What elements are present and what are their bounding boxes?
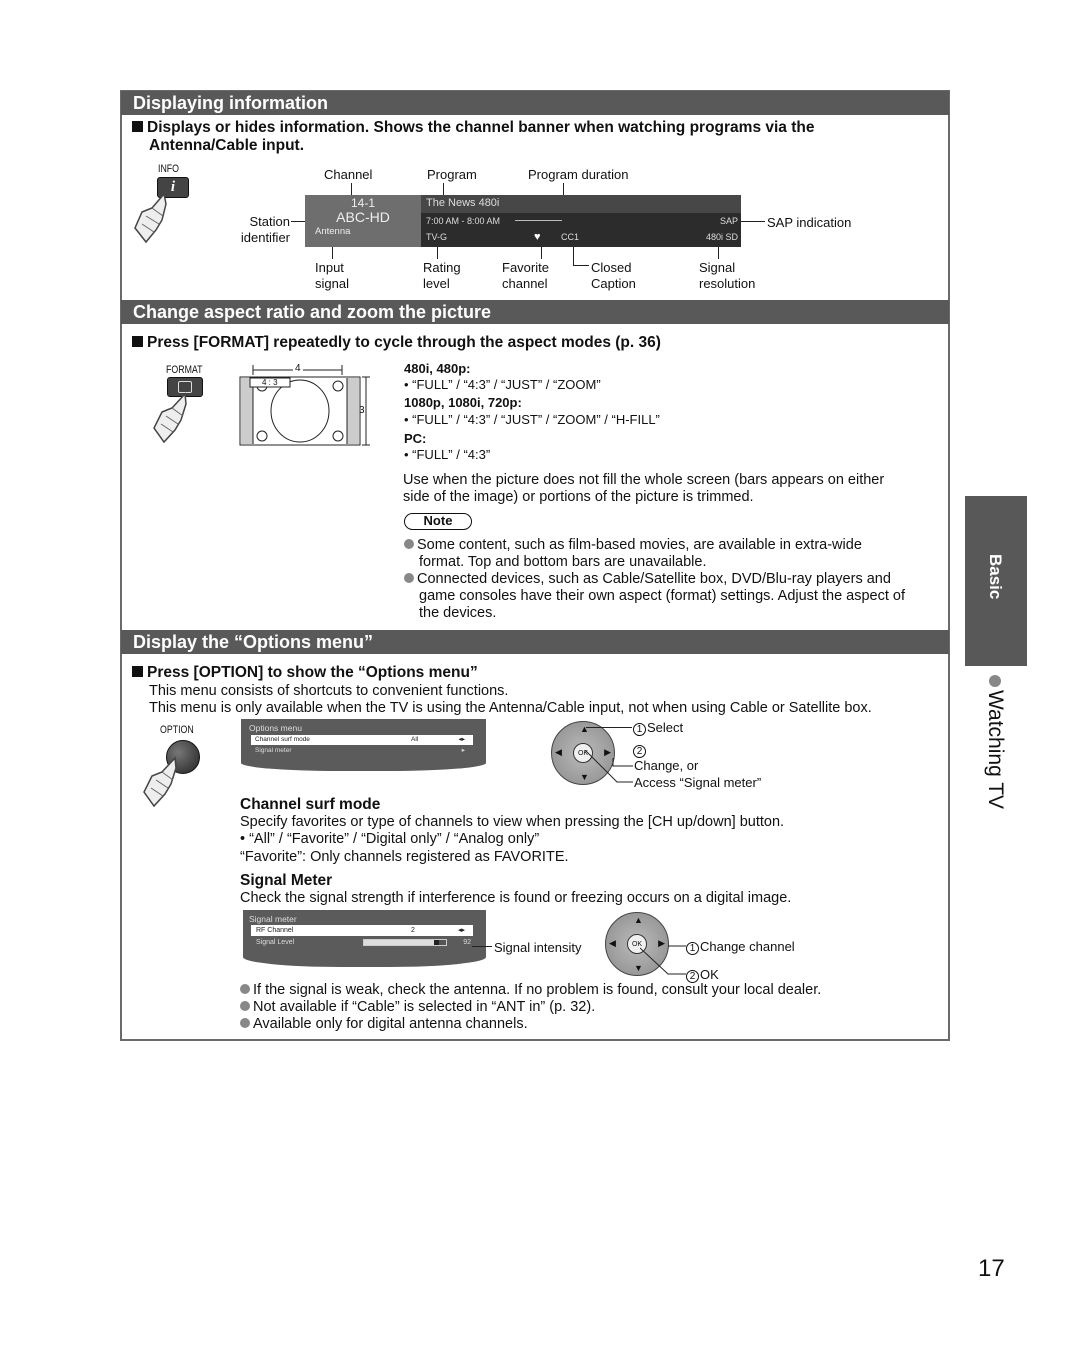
banner-resolution: 480i SD	[705, 232, 738, 242]
callout-lines	[640, 945, 686, 975]
mode-heading-480: 480i, 480p:	[404, 361, 471, 376]
callout-channel: Channel	[324, 167, 373, 182]
heart-icon: ♥	[534, 231, 541, 243]
channel-banner-right: The News 480i 7:00 AM - 8:00 AM SAP TV-G…	[421, 195, 741, 247]
up-arrow-icon: ▲	[580, 724, 589, 734]
nav-step-access: Access “Signal meter”	[634, 775, 762, 790]
callout-closed-caption: Closed Caption	[591, 260, 636, 291]
options-row-signal-meter[interactable]: Signal meter ▸	[251, 746, 473, 756]
bullet-icon	[404, 539, 414, 549]
change-channel-label: 1 Change channel	[686, 939, 795, 955]
signal-level-value: 92	[463, 939, 471, 946]
aspect-ratio-label: 4 : 3	[262, 378, 278, 387]
signal-note: If the signal is weak, check the antenna…	[240, 982, 821, 999]
square-bullet-icon	[132, 336, 143, 347]
chapter-bullet-icon	[989, 675, 1001, 687]
aspect-lead: Press [FORMAT] repeatedly to cycle throu…	[132, 334, 661, 352]
ok-label: 2 OK	[686, 967, 719, 983]
aspect-height-label: 3	[359, 405, 365, 416]
callout-favorite-channel: Favorite channel	[502, 260, 549, 291]
nav-step-change: Change, or	[634, 758, 699, 773]
info-lead: Displays or hides information. Shows the…	[132, 119, 932, 155]
options-desc-1: This menu consists of shortcuts to conve…	[149, 683, 509, 699]
section-heading-displaying-information: Displaying information	[121, 91, 949, 115]
section-heading-options-menu: Display the “Options menu”	[121, 630, 949, 654]
callout-sap-indication: SAP indication	[767, 215, 852, 230]
rf-channel-row[interactable]: RF Channel 2 ◂▸	[251, 925, 473, 936]
signal-level-row: Signal Level 92	[256, 939, 471, 946]
nav-step-select: 1 Select	[633, 720, 683, 736]
banner-program: The News 480i	[421, 195, 741, 213]
left-right-arrow-icon: ◂▸	[458, 736, 465, 743]
callout-lines	[585, 750, 633, 783]
right-arrow-icon: ▸	[461, 747, 465, 754]
callout-signal-resolution: Signal resolution	[699, 260, 756, 291]
signal-meter-screen: Signal meter RF Channel 2 ◂▸ Signal Leve…	[243, 910, 486, 967]
signal-level-fill	[364, 940, 440, 945]
mode-heading-1080: 1080p, 1080i, 720p:	[404, 395, 522, 410]
side-tab-label: Basic	[986, 554, 1005, 600]
signal-intensity-label: Signal intensity	[494, 940, 582, 955]
pointing-hand-icon	[134, 192, 167, 244]
note-item: Some content, such as film-based movies,…	[404, 537, 944, 571]
aspect-usage: Use when the picture does not fill the w…	[403, 472, 885, 505]
signal-meter-heading: Signal Meter	[240, 872, 333, 889]
square-bullet-icon	[132, 121, 143, 132]
banner-cc: CC1	[561, 232, 580, 242]
options-row-channel-surf[interactable]: Channel surf mode All ◂▸	[251, 735, 473, 745]
banner-channel-number: 14-1	[350, 196, 376, 210]
square-bullet-icon	[132, 666, 143, 677]
aspect-width-label: 4	[293, 363, 303, 374]
pointing-hand-icon	[153, 392, 187, 444]
left-arrow-icon: ◀	[555, 747, 562, 757]
options-menu-title: Options menu	[249, 723, 302, 733]
mode-values-pc: • “FULL” / “4:3”	[404, 447, 491, 462]
callout-rating-level: Rating level	[423, 260, 461, 291]
up-arrow-icon: ▲	[634, 915, 643, 925]
mode-values-480: • “FULL” / “4:3” / “JUST” / “ZOOM”	[404, 377, 601, 392]
left-right-arrow-icon: ◂▸	[457, 927, 465, 934]
mode-heading-pc: PC:	[404, 431, 427, 446]
left-arrow-icon: ◀	[609, 938, 616, 948]
note-item: Connected devices, such as Cable/Satelli…	[404, 571, 944, 622]
nav-step-2: 2	[633, 742, 647, 758]
banner-station: ABC-HD	[336, 209, 390, 225]
signal-meter-desc: Check the signal strength if interferenc…	[240, 890, 792, 906]
banner-input: Antenna	[315, 226, 351, 237]
options-lead: Press [OPTION] to show the “Options menu…	[132, 664, 478, 682]
bullet-icon	[240, 1018, 250, 1028]
banner-sap: SAP	[719, 216, 738, 226]
signal-level-bar	[363, 939, 447, 946]
bullet-icon	[404, 573, 414, 583]
channel-banner-left: 14-1 ABC-HD Antenna	[305, 195, 421, 247]
format-button-label: FORMAT	[166, 364, 203, 376]
pointing-hand-icon	[143, 756, 177, 808]
options-menu-screen: Options menu Channel surf mode All ◂▸ Si…	[241, 719, 486, 771]
option-button-label: OPTION	[160, 724, 194, 736]
callout-input-signal: Input signal	[315, 260, 349, 291]
note-badge: Note	[404, 513, 472, 530]
channel-surf-favorite: “Favorite”: Only channels registered as …	[240, 849, 569, 865]
info-button-label: INFO	[158, 163, 180, 175]
signal-note: Available only for digital antenna chann…	[240, 1016, 528, 1033]
mode-values-1080: • “FULL” / “4:3” / “JUST” / “ZOOM” / “H-…	[404, 412, 660, 427]
chapter-title: Watching TV	[984, 690, 1007, 810]
bullet-icon	[240, 1001, 250, 1011]
callout-program-duration: Program duration	[528, 167, 629, 182]
section-heading-aspect-ratio: Change aspect ratio and zoom the picture	[121, 300, 949, 324]
banner-rating: TV-G	[426, 232, 448, 242]
channel-surf-heading: Channel surf mode	[240, 796, 381, 813]
aspect-diagram	[239, 365, 370, 446]
signal-meter-title: Signal meter	[249, 914, 297, 924]
channel-surf-options: • “All” / “Favorite” / “Digital only” / …	[240, 831, 540, 847]
callout-station-identifier: Station identifier	[240, 214, 290, 245]
page-number: 17	[978, 1255, 1005, 1282]
side-tab-basic[interactable]: Basic	[965, 496, 1027, 666]
banner-time: 7:00 AM - 8:00 AM	[426, 216, 501, 226]
bullet-icon	[240, 984, 250, 994]
signal-note: Not available if “Cable” is selected in …	[240, 999, 595, 1016]
options-desc-2: This menu is only available when the TV …	[149, 700, 872, 716]
channel-surf-desc: Specify favorites or type of channels to…	[240, 814, 785, 830]
callout-program: Program	[427, 167, 477, 182]
